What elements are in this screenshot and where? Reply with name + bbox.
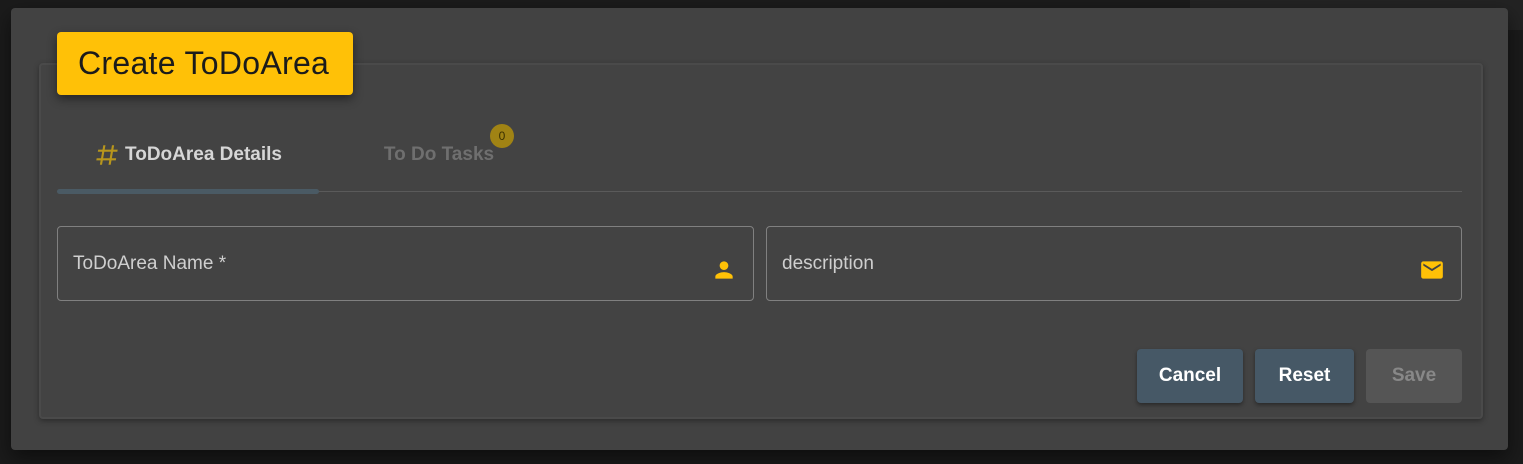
reset-button[interactable]: Reset: [1255, 349, 1354, 403]
todoarea-name-input[interactable]: [58, 227, 753, 300]
tab-todoarea-details-label: ToDoArea Details: [125, 143, 282, 165]
tasks-count-badge: 0: [490, 124, 514, 148]
dialog-title: Create ToDoArea: [78, 45, 330, 81]
description-input[interactable]: [767, 227, 1461, 300]
active-tab-indicator: [57, 189, 319, 194]
person-icon: [715, 261, 733, 279]
dialog-title-badge: Create ToDoArea: [57, 32, 353, 95]
tab-bar: ToDoArea Details To Do Tasks 0: [57, 118, 1462, 194]
description-field[interactable]: [766, 226, 1462, 301]
tab-todo-tasks-label: To Do Tasks: [383, 143, 495, 165]
save-button[interactable]: Save: [1366, 349, 1462, 403]
hash-icon: [96, 144, 118, 165]
mail-icon: [1421, 261, 1443, 279]
cancel-button[interactable]: Cancel: [1137, 349, 1243, 403]
create-dialog: Create ToDoArea ToDoArea Details To Do T…: [11, 8, 1508, 450]
todoarea-name-field[interactable]: [57, 226, 754, 301]
tab-todo-tasks[interactable]: To Do Tasks: [319, 118, 559, 191]
tab-todoarea-details[interactable]: ToDoArea Details: [57, 118, 319, 191]
